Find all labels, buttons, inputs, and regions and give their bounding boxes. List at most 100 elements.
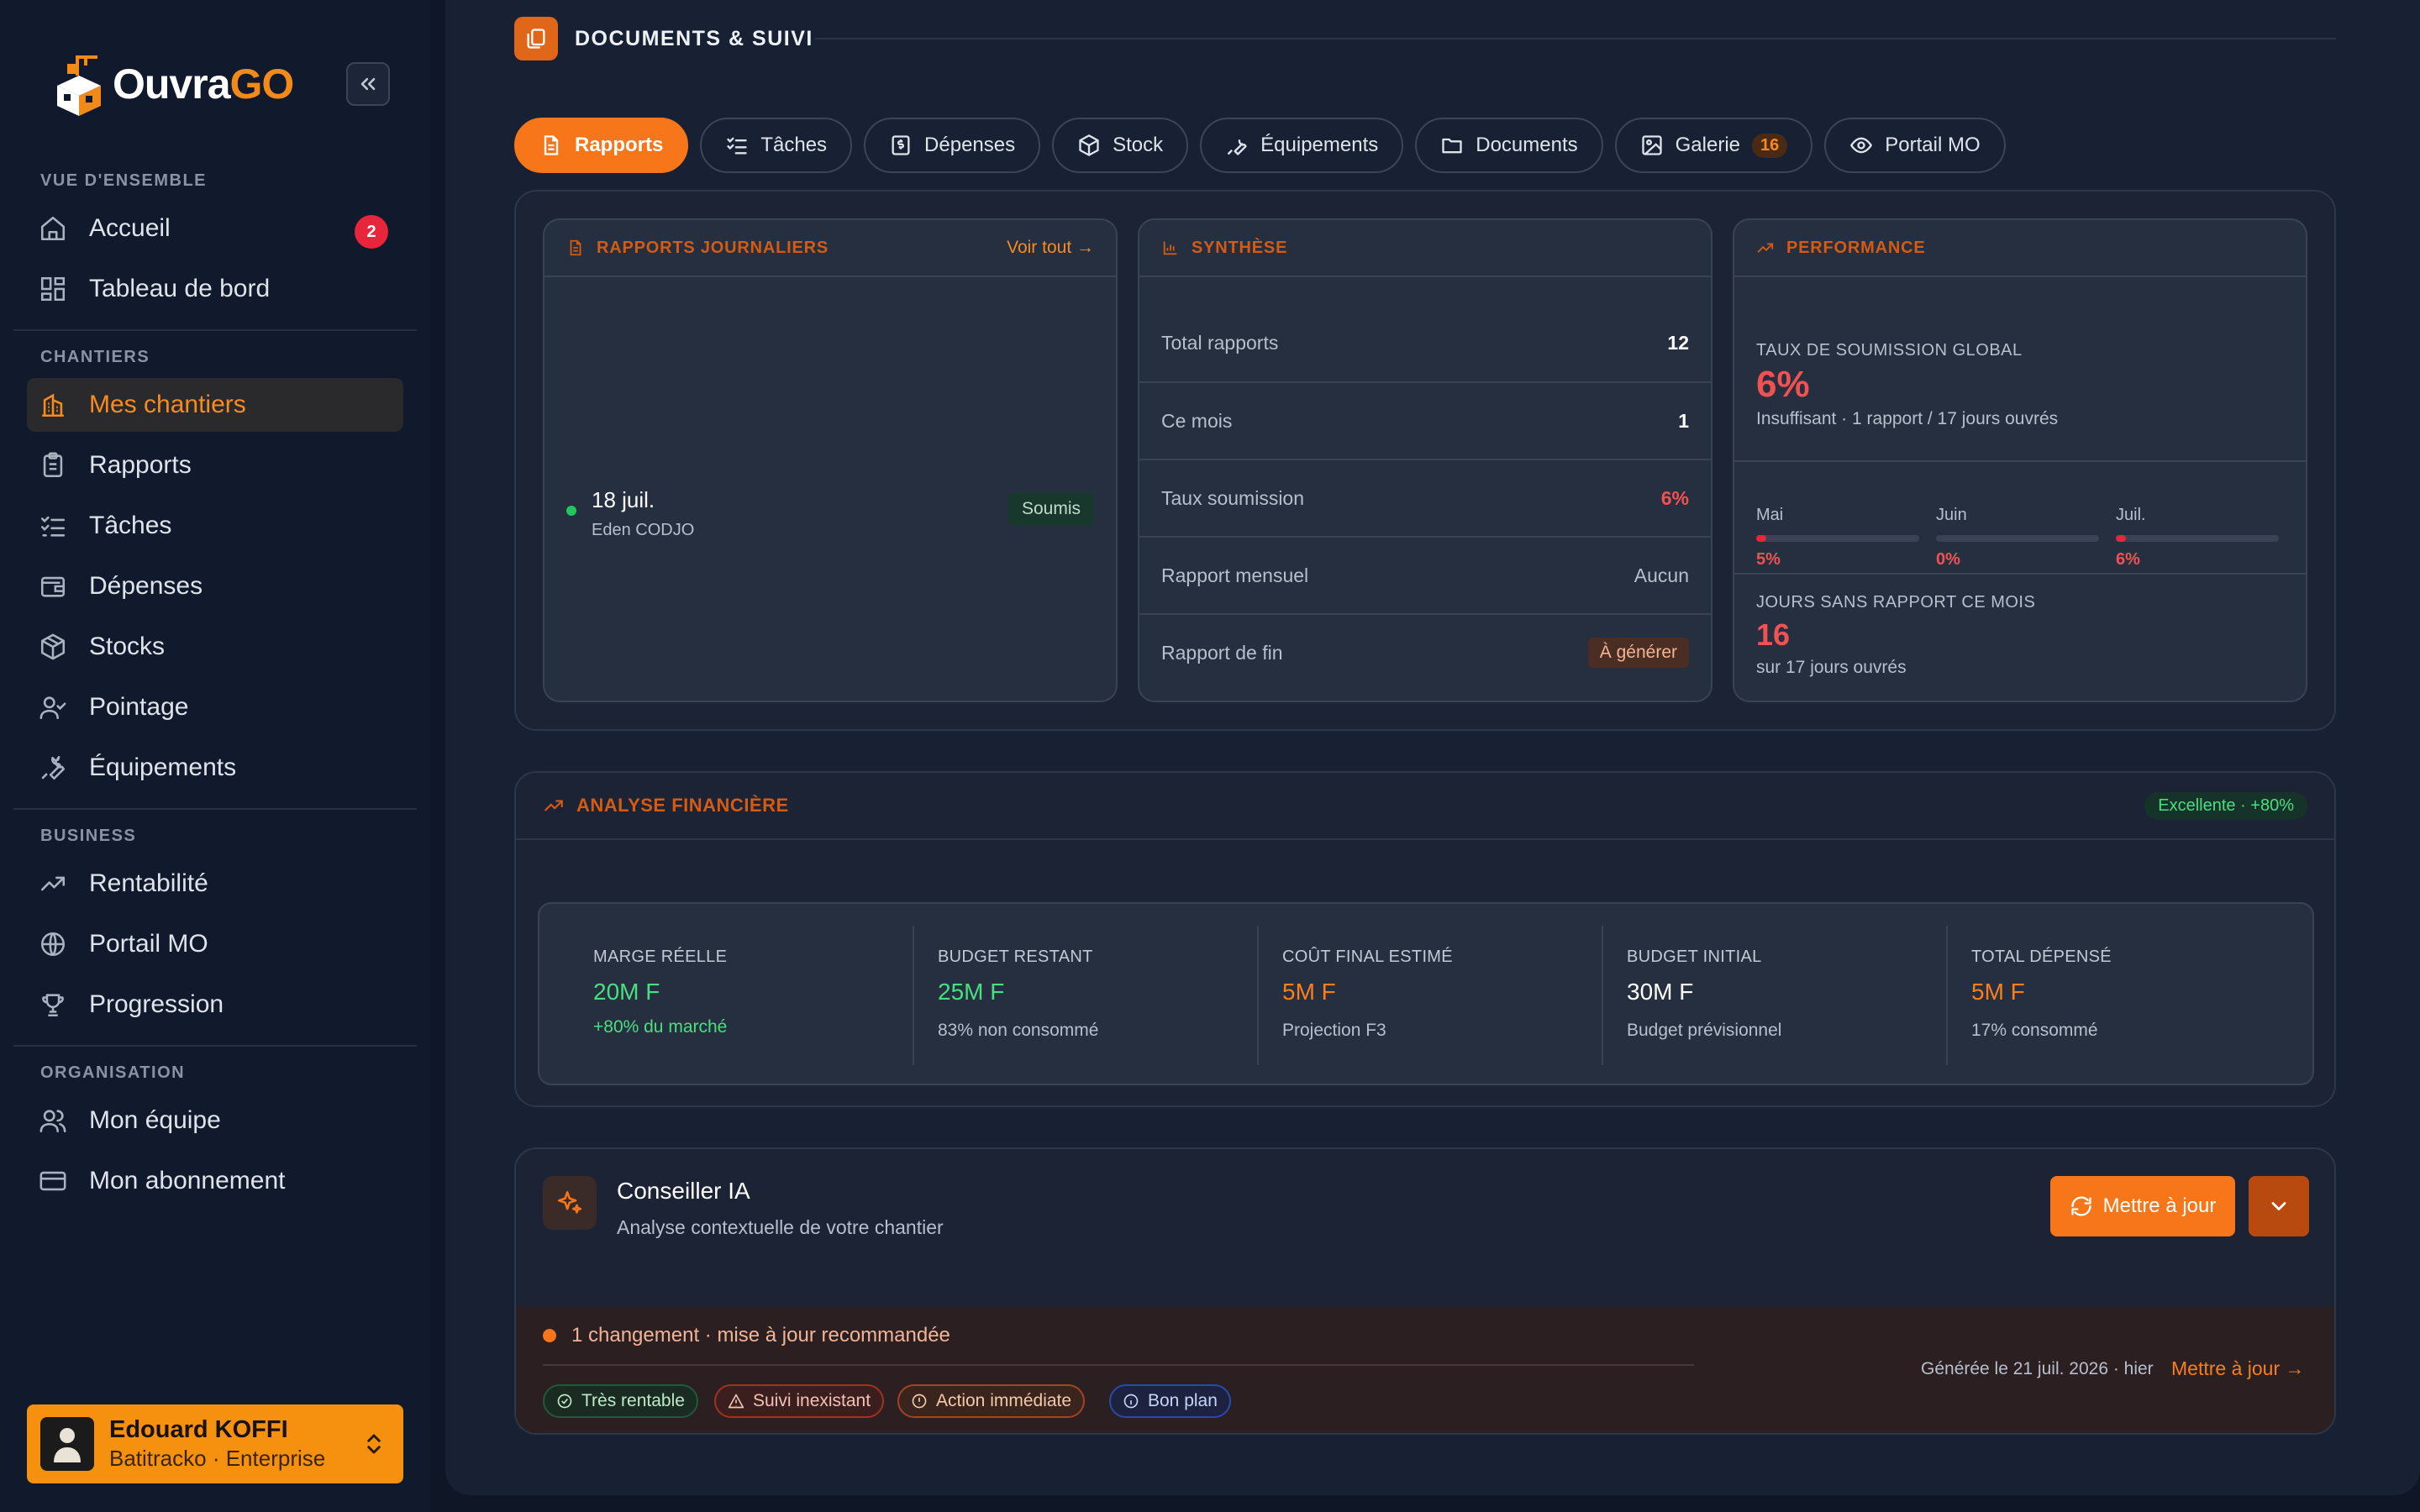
chevrons-left-icon — [360, 77, 376, 91]
tag-action-immediate[interactable]: Action immédiate — [897, 1384, 1086, 1418]
days-without-report: JOURS SANS RAPPORT CE MOIS 16 sur 17 jou… — [1756, 593, 2036, 677]
sidebar-item-depenses[interactable]: Dépenses — [27, 559, 403, 613]
stat-row: Ce mois 1 — [1139, 381, 1711, 459]
trending-up-icon — [1757, 243, 1774, 253]
section-title-organisation: ORGANISATION — [40, 1063, 186, 1082]
divider — [1734, 460, 2306, 462]
card-header: RAPPORTS JOURNALIERS Voir tout → — [544, 220, 1116, 277]
status-dot — [566, 506, 576, 516]
package-icon — [40, 633, 66, 660]
advisor-subtitle: Analyse contextuelle de votre chantier — [617, 1216, 944, 1238]
generated-timestamp: Générée le 21 juil. 2026 · hier — [1921, 1359, 2154, 1378]
sidebar-item-equipements[interactable]: Équipements — [27, 741, 403, 795]
wallet-icon — [40, 576, 66, 597]
globe-icon — [40, 932, 66, 957]
gallery-count-badge: 16 — [1752, 133, 1788, 158]
divider — [1734, 573, 2306, 575]
eye-icon — [1850, 137, 1873, 154]
tab-depenses[interactable]: Dépenses — [864, 118, 1041, 173]
tab-portail-mo[interactable]: Portail MO — [1824, 118, 2006, 173]
sidebar: OuvraGO VUE D'ENSEMBLE Accueil 2 Tableau… — [0, 0, 430, 1512]
user-account-switcher[interactable]: Edouard KOFFI Batitracko · Enterprise — [27, 1404, 403, 1483]
update-button[interactable]: Mettre à jour — [2050, 1176, 2235, 1236]
users-icon — [39, 1110, 66, 1133]
tab-galerie[interactable]: Galerie 16 — [1614, 118, 1813, 173]
warning-triangle-icon — [728, 1394, 744, 1409]
sidebar-item-progression[interactable]: Progression — [27, 978, 403, 1032]
credit-card-icon — [39, 1171, 66, 1191]
tab-equipements[interactable]: Équipements — [1200, 118, 1404, 173]
stat-row: Rapport de fin À générer — [1139, 613, 1711, 690]
sidebar-item-mon-abonnement[interactable]: Mon abonnement — [27, 1154, 403, 1208]
synthese-card: SYNTHÈSE Total rapports 12 Ce mois 1 Taux … — [1138, 218, 1712, 702]
sidebar-item-label: Rentabilité — [89, 869, 208, 897]
sidebar-item-rentabilite[interactable]: Rentabilité — [27, 857, 403, 911]
advisor-title: Conseiller IA — [617, 1178, 750, 1204]
tab-taches[interactable]: Tâches — [700, 118, 853, 173]
generate-badge[interactable]: À générer — [1587, 638, 1689, 668]
tab-rapports[interactable]: Rapports — [514, 118, 689, 173]
refresh-icon — [2070, 1196, 2091, 1216]
clipboard-icon — [43, 452, 63, 478]
status-badge: Soumis — [1007, 492, 1094, 526]
info-circle-icon — [1123, 1394, 1139, 1409]
sidebar-item-stocks[interactable]: Stocks — [27, 620, 403, 674]
sidebar-item-taches[interactable]: Tâches — [27, 499, 403, 553]
sidebar-item-label: Dépenses — [89, 572, 203, 600]
tab-stock[interactable]: Stock — [1052, 118, 1189, 173]
tag-suivi-inexistant[interactable]: Suivi inexistant — [714, 1384, 885, 1418]
sidebar-item-label: Mon équipe — [89, 1106, 221, 1134]
report-author: Eden CODJO — [592, 521, 695, 539]
sidebar-item-accueil[interactable]: Accueil 2 — [27, 202, 403, 255]
tag-bon-plan[interactable]: Bon plan — [1109, 1384, 1231, 1418]
global-rate: TAUX DE SOUMISSION GLOBAL 6% Insuffisant… — [1756, 341, 2059, 428]
tab-bar: Rapports Tâches Dépenses Stock Équipemen… — [514, 118, 2006, 173]
logo-text: OuvraGO — [113, 60, 294, 108]
trending-up-icon — [544, 800, 563, 811]
sidebar-item-label: Stocks — [89, 633, 166, 660]
user-name: Edouard KOFFI — [109, 1416, 288, 1443]
sidebar-item-pointage[interactable]: Pointage — [27, 680, 403, 734]
folder-icon — [1442, 138, 1462, 154]
section-title-chantiers: CHANTIERS — [40, 348, 150, 366]
sidebar-item-label: Accueil — [89, 214, 171, 242]
logo[interactable]: OuvraGO — [52, 52, 294, 116]
package-icon — [1079, 134, 1099, 156]
building-logo-icon — [57, 55, 101, 116]
sidebar-item-tableau-de-bord[interactable]: Tableau de bord — [27, 262, 403, 316]
user-check-icon — [39, 696, 66, 720]
sparkles-icon — [543, 1176, 597, 1230]
section-divider — [815, 38, 2336, 39]
sidebar-item-label: Mon abonnement — [89, 1167, 286, 1194]
sidebar-item-label: Équipements — [89, 753, 237, 781]
sidebar-item-mes-chantiers[interactable]: Mes chantiers — [27, 378, 403, 432]
section-header: DOCUMENTS & SUIVI — [514, 17, 813, 60]
advisor-footer: 1 changement · mise à jour recommandée T… — [516, 1307, 2334, 1433]
section-title-overview: VUE D'ENSEMBLE — [40, 171, 208, 190]
metric-cout-final-estime: COÛT FINAL ESTIMÉ 5M F Projection F3 — [1282, 948, 1453, 1040]
card-header: SYNTHÈSE — [1139, 220, 1711, 277]
notification-badge: 2 — [355, 215, 388, 249]
sidebar-item-rapports[interactable]: Rapports — [27, 438, 403, 492]
ai-advisor-panel: Conseiller IA Analyse contextuelle de vo… — [514, 1147, 2336, 1435]
expand-button[interactable] — [2249, 1176, 2309, 1236]
tag-tres-rentable[interactable]: Très rentable — [543, 1384, 698, 1418]
financial-analysis-panel: ANALYSE FINANCIÈRE Excellente · +80% MAR… — [514, 771, 2336, 1107]
daily-reports-card: RAPPORTS JOURNALIERS Voir tout → 18 juil… — [543, 218, 1118, 702]
sidebar-item-label: Portail MO — [89, 930, 208, 958]
metric-budget-restant: BUDGET RESTANT 25M F 83% non consommé — [938, 948, 1099, 1040]
avatar — [40, 1417, 94, 1471]
file-text-icon — [544, 135, 559, 155]
tab-documents[interactable]: Documents — [1415, 118, 1603, 173]
month-rate-mai: Mai 5% — [1756, 506, 1919, 570]
trophy-icon — [42, 994, 64, 1017]
documents-icon — [514, 17, 558, 60]
collapse-sidebar-button[interactable] — [346, 62, 390, 106]
month-rate-juin: Juin 0% — [1936, 506, 2099, 570]
sidebar-divider — [13, 329, 417, 331]
sidebar-item-portail-mo[interactable]: Portail MO — [27, 917, 403, 971]
sidebar-item-mon-equipe[interactable]: Mon équipe — [27, 1094, 403, 1147]
status-dot — [543, 1329, 556, 1342]
see-all-link[interactable]: Voir tout → — [1007, 238, 1094, 258]
update-link[interactable]: Mettre à jour → — [2171, 1357, 2305, 1380]
